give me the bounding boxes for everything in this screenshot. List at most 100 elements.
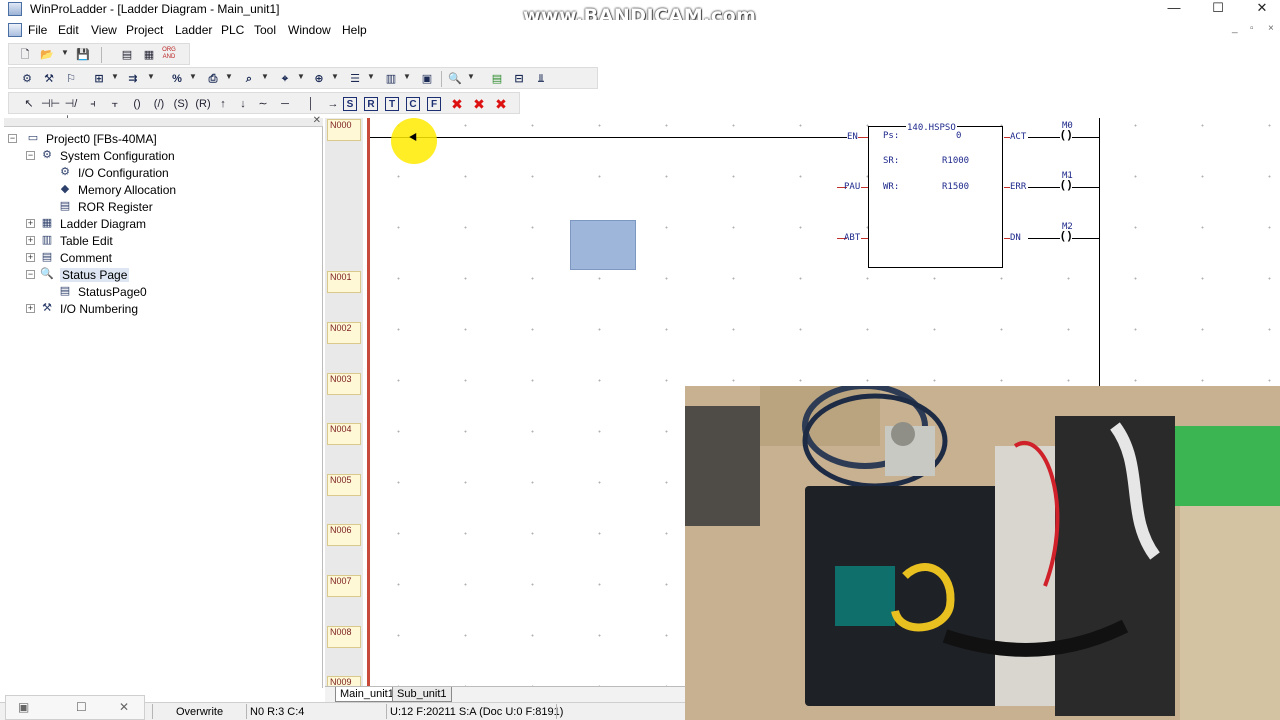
plc-run-icon[interactable]: ⚒ [41,71,57,87]
mdi-minimize-button[interactable]: _ [1232,23,1238,34]
open-folder-icon[interactable]: 📂 [39,47,55,63]
find-icon[interactable]: ⌕ [241,71,257,87]
replace-dropdown-icon[interactable]: ▼ [297,72,305,81]
contact-ref-icon[interactable]: ⫫ [533,71,549,87]
rung-label-n005[interactable]: N005 [327,474,361,496]
menu-edit[interactable]: Edit [58,23,79,37]
zoom-dropdown-icon[interactable]: ▼ [467,72,475,81]
table-dropdown-icon[interactable]: ▼ [403,72,411,81]
tab-sub-unit1[interactable]: Sub_unit1 [392,687,452,702]
set-coil-icon[interactable]: (S) [173,96,189,112]
org-and-icon[interactable]: ORG AND [161,47,177,63]
new-file-icon[interactable]: 🗋 [17,47,33,63]
rung-label-n007[interactable]: N007 [327,575,361,597]
close-button[interactable]: ✕ [1240,0,1280,18]
menu-view[interactable]: View [91,23,117,37]
set-instruction-icon[interactable]: S [343,97,357,111]
delete-row-icon[interactable]: ✖ [471,96,487,112]
rung-label-n002[interactable]: N002 [327,322,361,344]
no-contact-icon[interactable]: ⊣⊢ [41,96,60,112]
list-icon[interactable]: ☰ [347,71,363,87]
function-block-hspso[interactable]: 140.HSPSO Ps: 0 SR: R1000 WR: R1500 [868,123,1003,268]
save-icon[interactable]: 💾 [75,47,91,63]
tree-item-status-page0[interactable]: ▤ StatusPage0 [56,284,306,300]
rung-label-n004[interactable]: N004 [327,423,361,445]
online-icon[interactable]: ▤ [489,71,505,87]
rung-label-n003[interactable]: N003 [327,373,361,395]
reset-coil-icon[interactable]: (R) [195,96,211,112]
print-dropdown-icon[interactable]: ▼ [225,72,233,81]
expand-icon[interactable]: + [26,236,35,245]
expand-icon[interactable]: + [26,219,35,228]
compile-dropdown-icon[interactable]: ▼ [111,72,119,81]
coil-m0[interactable]: ( ) [1060,129,1073,141]
tree-item-ror-register[interactable]: ▤ ROR Register [56,199,306,215]
menu-ladder[interactable]: Ladder [175,23,212,37]
menu-help[interactable]: Help [342,23,367,37]
list-dropdown-icon[interactable]: ▼ [367,72,375,81]
tree-item-ladder-diagram[interactable]: + ▦ Ladder Diagram [26,216,306,232]
parallel-no-icon[interactable]: ⫞ [85,96,101,112]
ladder-view-icon[interactable]: ▤ [119,47,135,63]
function-icon[interactable]: F [427,97,441,111]
menu-file[interactable]: File [28,23,47,37]
mdi-restore-button[interactable]: ▫ [1250,23,1254,34]
timer-icon[interactable]: T [385,97,399,111]
maximize-button[interactable]: ☐ [1196,0,1240,18]
parallel-nc-icon[interactable]: ⫟ [107,96,123,112]
invert-icon[interactable]: ∼ [255,96,271,112]
panel-close-icon[interactable]: ✕ [313,115,321,126]
tree-item-project[interactable]: − ▭ Project0 [FBs-40MA] [8,131,308,147]
coil-icon[interactable]: () [129,96,145,112]
down-diff-icon[interactable]: ↓ [235,96,251,112]
status-icon[interactable]: ⊕ [311,71,327,87]
compile-icon[interactable]: ⊞ [91,71,107,87]
table-view-icon[interactable]: ▦ [141,47,157,63]
rung-label-n000[interactable]: N000 [327,119,361,141]
zoom-icon[interactable]: 🔍 [447,71,463,87]
expand-icon[interactable]: + [26,253,35,262]
open-dropdown-icon[interactable]: ▼ [61,48,69,57]
reset-instruction-icon[interactable]: R [364,97,378,111]
coil-m1[interactable]: ( ) [1060,179,1073,191]
nc-contact-icon[interactable]: ⊣/⊢ [63,96,79,126]
up-diff-icon[interactable]: ↑ [215,96,231,112]
percent-icon[interactable]: % [169,71,185,87]
tree-item-system-configuration[interactable]: − ⚙ System Configuration [26,148,306,164]
mini-restore-icon[interactable]: ☐ [76,700,87,714]
tree-item-memory-allocation[interactable]: ◆ Memory Allocation [56,182,306,198]
print-icon[interactable]: ⎙ [205,71,221,87]
counter-icon[interactable]: C [406,97,420,111]
tree-item-status-page[interactable]: − 🔍 Status Page [26,267,306,283]
delete-column-icon[interactable]: ✖ [493,96,509,112]
plc-monitor-icon[interactable]: ⚐ [63,71,79,87]
collapse-icon[interactable]: − [26,270,35,279]
plc-connect-icon[interactable]: ⚙ [19,71,35,87]
menu-tool[interactable]: Tool [254,23,276,37]
menu-plc[interactable]: PLC [221,23,244,37]
cross-ref-icon[interactable]: ⊟ [511,71,527,87]
collapse-icon[interactable]: − [8,134,17,143]
percent-dropdown-icon[interactable]: ▼ [189,72,197,81]
menu-window[interactable]: Window [288,23,331,37]
find-dropdown-icon[interactable]: ▼ [261,72,269,81]
minimized-app-icon[interactable]: ▣ [18,700,29,714]
coil-m2[interactable]: ( ) [1060,230,1073,242]
delete-icon[interactable]: ✖ [449,96,465,112]
tree-item-io-configuration[interactable]: ⚙ I/O Configuration [56,165,306,181]
mdi-close-button[interactable]: × [1268,23,1274,34]
rung-label-n008[interactable]: N008 [327,626,361,648]
expand-icon[interactable]: + [26,304,35,313]
status-dropdown-icon[interactable]: ▼ [331,72,339,81]
minimized-window-strip[interactable]: ▣ ☐ ✕ [5,695,145,720]
replace-icon[interactable]: ⌖ [277,71,293,87]
table-icon[interactable]: ▥ [383,71,399,87]
vline-icon[interactable]: │ [303,96,319,112]
document-icon[interactable] [8,23,22,37]
minimize-button[interactable]: — [1152,0,1196,18]
download-dropdown-icon[interactable]: ▼ [147,72,155,81]
mini-close-icon[interactable]: ✕ [119,700,129,714]
collapse-icon[interactable]: − [26,151,35,160]
register-icon[interactable]: ▣ [419,71,435,87]
tree-item-table-edit[interactable]: + ▥ Table Edit [26,233,306,249]
